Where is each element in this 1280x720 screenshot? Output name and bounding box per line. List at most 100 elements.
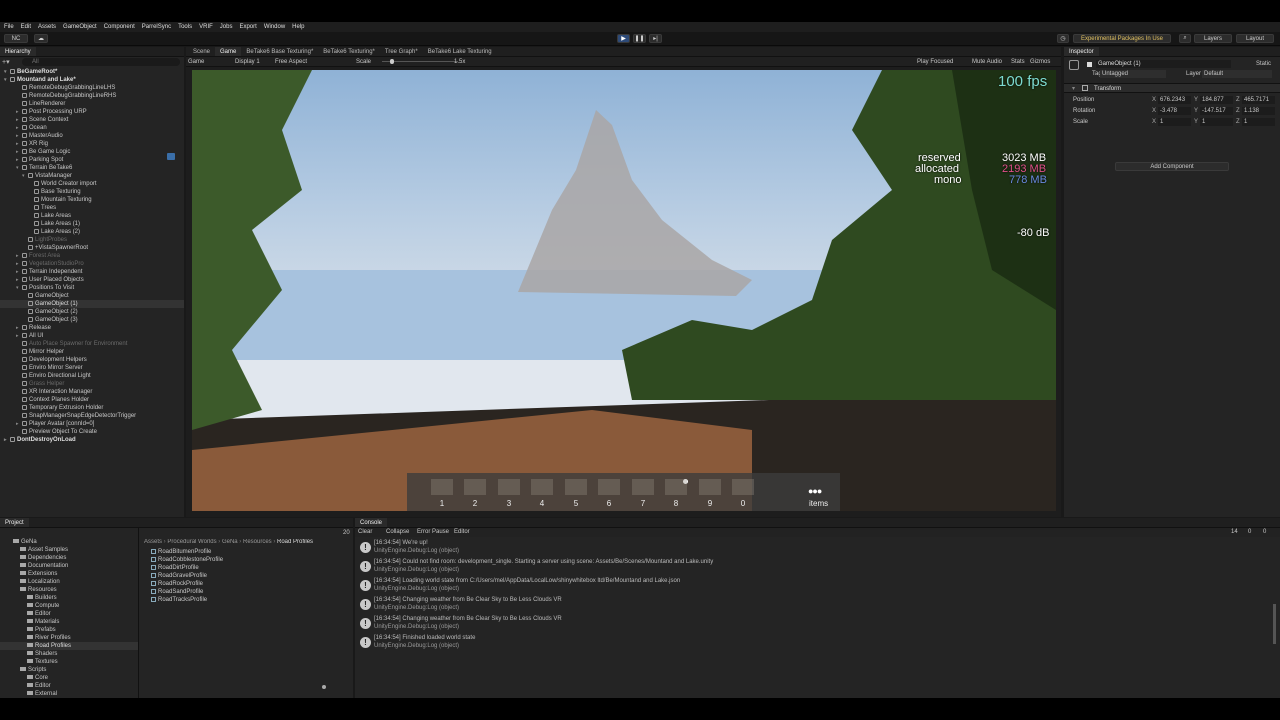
tab-project[interactable]: Project (0, 518, 29, 527)
transform-rotation-z-field[interactable]: 1.138 (1242, 107, 1275, 115)
hierarchy-item[interactable]: ▸ Be Game Logic (0, 148, 184, 156)
breadcrumb-item[interactable]: Resources (243, 539, 272, 545)
game-mode-dropdown[interactable]: Game (188, 59, 204, 65)
object-name-field[interactable]: GameObject (1) (1096, 60, 1231, 68)
account-button[interactable]: NC (4, 34, 28, 43)
hierarchy-item[interactable]: ▸ Ocean (0, 124, 184, 132)
play-button[interactable]: ▶ (617, 34, 630, 43)
item-thumbnail[interactable] (565, 479, 587, 495)
active-checkbox[interactable] (1087, 62, 1092, 67)
tab-betake6-base-texturing[interactable]: BeTake6 Base Texturing* (241, 47, 318, 56)
item-thumbnail[interactable] (431, 479, 453, 495)
menu-item-gameobject[interactable]: GameObject (63, 24, 97, 30)
transform-scale-y-field[interactable]: 1 (1200, 118, 1233, 126)
transform-header[interactable]: ▾ Transform (1064, 83, 1280, 93)
hierarchy-item[interactable]: Context Planes Holder (0, 396, 184, 404)
play-focused-dropdown[interactable]: Play Focused (917, 59, 953, 65)
menu-item-file[interactable]: File (4, 24, 14, 30)
project-folder-item[interactable]: Extensions (0, 570, 138, 578)
project-folder-item[interactable]: Documentation (0, 562, 138, 570)
project-folder-item[interactable]: Core (0, 674, 138, 682)
transform-scale-z-field[interactable]: 1 (1242, 118, 1275, 126)
project-folder-item[interactable]: Builders (0, 594, 138, 602)
info-count[interactable]: 14 (1231, 529, 1238, 535)
hierarchy-item[interactable]: ▸ Player Avatar [connId=0] (0, 420, 184, 428)
hierarchy-item[interactable]: +VistaSpawnerRoot (0, 244, 184, 252)
hierarchy-item[interactable]: World Creator import (0, 180, 184, 188)
project-file-item[interactable]: RoadSandProfile (151, 588, 331, 596)
cloud-icon[interactable]: ☁ (34, 34, 48, 43)
collapse-button[interactable]: Collapse (386, 529, 409, 535)
hotbar-slot-number[interactable]: 3 (504, 499, 514, 508)
hotbar-slot-number[interactable]: 7 (638, 499, 648, 508)
hierarchy-item[interactable]: Base Texturing (0, 188, 184, 196)
hotbar-slot-number[interactable]: 2 (470, 499, 480, 508)
mute-audio-toggle[interactable]: Mute Audio (972, 59, 1002, 65)
tab-betake6-lake-texturing[interactable]: BeTake6 Lake Texturing (423, 47, 497, 56)
hierarchy-item[interactable]: RemoteDebugGrabbingLineRHS (0, 92, 184, 100)
transform-rotation-x-field[interactable]: -3.478 (1158, 107, 1191, 115)
scene-visibility-icon[interactable] (167, 153, 175, 160)
hotbar-slot-number[interactable]: 5 (571, 499, 581, 508)
project-folder-item[interactable]: Prefabs (0, 626, 138, 634)
tab-tree-graph[interactable]: Tree Graph* (380, 47, 423, 56)
warning-count[interactable]: 0 (1248, 529, 1251, 535)
menu-item-help[interactable]: Help (292, 24, 304, 30)
hierarchy-item[interactable]: LightProbes (0, 236, 184, 244)
hierarchy-item[interactable]: ▸ All UI (0, 332, 184, 340)
item-hotbar[interactable]: ●●● items 1 2 3 4 5 6 7 8 9 0 (407, 473, 840, 511)
static-toggle[interactable]: Static (1256, 61, 1271, 67)
transform-position-x-field[interactable]: 676.2343 (1158, 96, 1191, 104)
project-file-item[interactable]: RoadGravelProfile (151, 572, 331, 580)
transform-position-y-field[interactable]: 184.877 (1200, 96, 1233, 104)
game-render-view[interactable]: 100 fps reserved 3023 MB allocated 2193 … (192, 70, 1056, 511)
project-folder-item[interactable]: Compute (0, 602, 138, 610)
menu-item-component[interactable]: Component (104, 24, 135, 30)
project-folder-item[interactable]: Materials (0, 618, 138, 626)
item-thumbnail[interactable] (464, 479, 486, 495)
menu-item-export[interactable]: Export (239, 24, 256, 30)
hierarchy-item[interactable]: Mountain Texturing (0, 196, 184, 204)
menu-item-vrif[interactable]: VRIF (199, 24, 213, 30)
hierarchy-item[interactable]: Development Helpers (0, 356, 184, 364)
transform-position-z-field[interactable]: 465.7171 (1242, 96, 1275, 104)
hierarchy-search-input[interactable]: All (22, 58, 180, 66)
project-folder-item[interactable]: Scripts (0, 666, 138, 674)
hierarchy-item[interactable]: ▾ Mountand and Lake* (0, 76, 184, 84)
menu-item-window[interactable]: Window (264, 24, 285, 30)
hotbar-slot-number[interactable]: 6 (604, 499, 614, 508)
layers-dropdown[interactable]: Layers (1194, 34, 1232, 43)
hierarchy-item[interactable]: ▸ MasterAudio (0, 132, 184, 140)
editor-dropdown[interactable]: Editor (454, 529, 470, 535)
menu-item-tools[interactable]: Tools (178, 24, 192, 30)
experimental-packages-dropdown[interactable]: Experimental Packages In Use (1073, 34, 1171, 43)
more-items-icon[interactable]: ●●● (808, 486, 834, 496)
project-folder-item[interactable]: Editor (0, 682, 138, 690)
project-folder-item[interactable]: Editor (0, 610, 138, 618)
project-folder-item[interactable]: Dependencies (0, 554, 138, 562)
project-file-item[interactable]: RoadTracksProfile (151, 596, 331, 604)
hierarchy-item[interactable]: SnapManagerSnapEdgeDetectorTrigger (0, 412, 184, 420)
clear-button[interactable]: Clear (358, 529, 372, 535)
item-thumbnail[interactable] (531, 479, 553, 495)
project-file-item[interactable]: RoadCobblestoneProfile (151, 556, 331, 564)
hierarchy-item[interactable]: ▾ VistaManager (0, 172, 184, 180)
tag-dropdown[interactable]: Untagged (1100, 70, 1166, 78)
console-log-entry[interactable]: ! [16:34:54] Changing weather from Be Cle… (358, 614, 1258, 633)
hierarchy-item[interactable]: Enviro Directional Light (0, 372, 184, 380)
hierarchy-item[interactable]: ▸ XR Rig (0, 140, 184, 148)
hierarchy-item[interactable]: ▸ Scene Context (0, 116, 184, 124)
hotbar-slot-number[interactable]: 0 (738, 499, 748, 508)
project-folder-item[interactable]: Road Profiles (0, 642, 138, 650)
project-folder-item[interactable]: River Profiles (0, 634, 138, 642)
menu-item-parrelsync[interactable]: ParrelSync (142, 24, 171, 30)
transform-rotation-y-field[interactable]: -147.517 (1200, 107, 1233, 115)
project-file-item[interactable]: RoadBitumenProfile (151, 548, 331, 556)
stats-toggle[interactable]: Stats (1011, 59, 1025, 65)
transform-expand-icon[interactable]: ▾ (1072, 85, 1075, 92)
hierarchy-item[interactable]: ▾ Positions To Visit (0, 284, 184, 292)
console-log-entry[interactable]: ! [16:34:54] We're up! UnityEngine.Debug:L… (358, 538, 1258, 557)
zoom-slider-handle[interactable] (322, 685, 326, 689)
project-folder-item[interactable]: External (0, 690, 138, 698)
hierarchy-item[interactable]: ▾ Terrain BeTake6 (0, 164, 184, 172)
